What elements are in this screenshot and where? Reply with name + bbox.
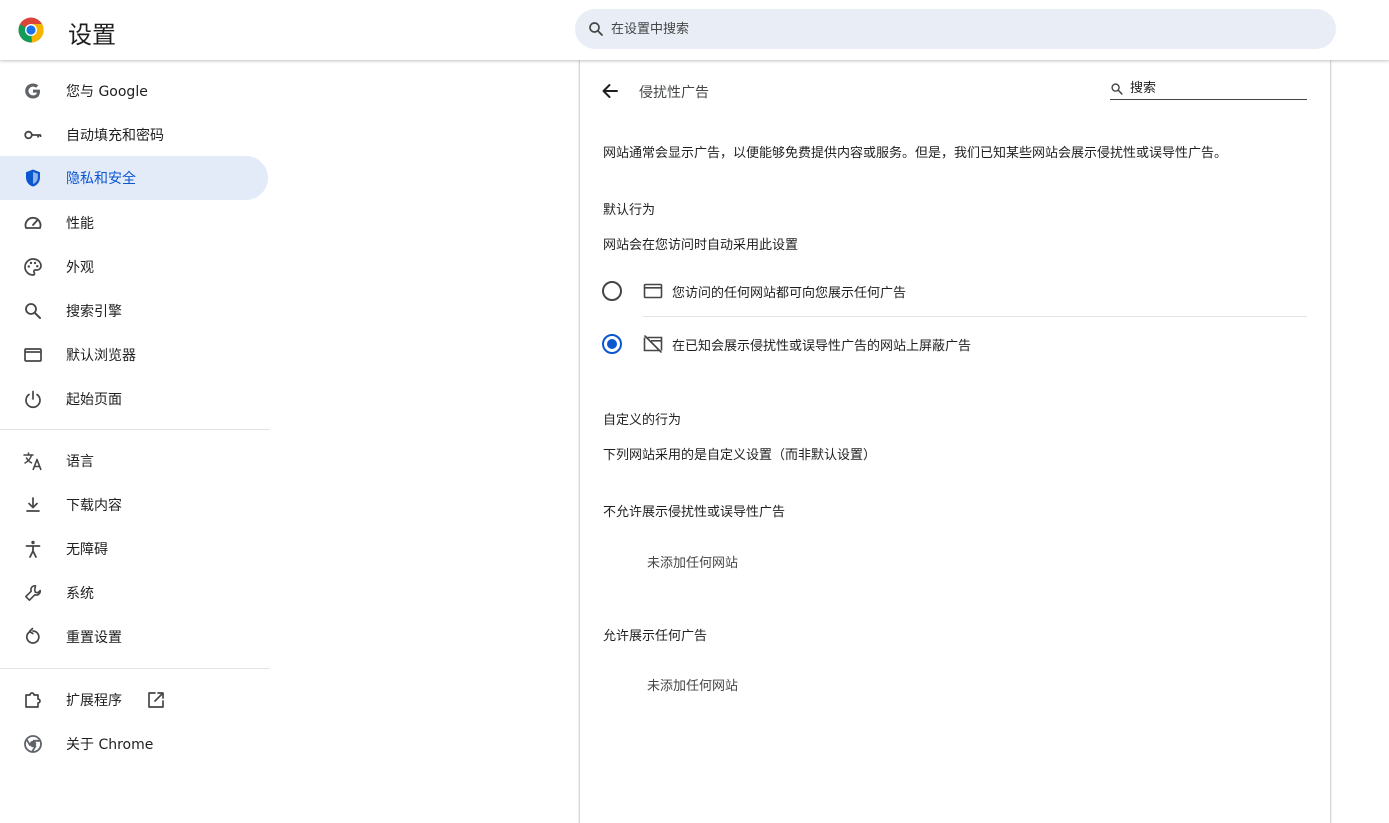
sidebar-item-performance[interactable]: 性能 xyxy=(0,201,268,245)
sidebar-item-label: 重置设置 xyxy=(66,630,122,646)
subpage-search-box[interactable] xyxy=(1110,78,1307,100)
blocked-list-heading: 不允许展示侵扰性或误导性广告 xyxy=(603,505,786,520)
key-icon xyxy=(22,124,44,146)
palette-icon xyxy=(22,256,44,278)
google-g-icon xyxy=(22,80,44,102)
app-title: 设置 xyxy=(68,21,116,49)
chrome-logo xyxy=(18,17,44,43)
sidebar-item-label: 您与 Google xyxy=(66,84,148,100)
speedometer-icon xyxy=(22,212,44,234)
sidebar-divider xyxy=(0,429,270,430)
browser-window-icon xyxy=(643,283,663,299)
sidebar-item-label: 默认浏览器 xyxy=(66,348,136,364)
option-divider xyxy=(643,316,1307,317)
shield-icon xyxy=(22,167,44,189)
blocked-list-empty-text: 未添加任何网站 xyxy=(647,556,739,571)
sidebar-item-label: 系统 xyxy=(66,586,94,602)
settings-search-box[interactable] xyxy=(575,9,1336,49)
sidebar-item-label: 语言 xyxy=(66,454,94,470)
translate-icon xyxy=(22,450,44,472)
sidebar-item-accessibility[interactable]: 无障碍 xyxy=(0,527,268,571)
top-bar: 设置 xyxy=(0,0,1389,60)
allowed-list-heading: 允许展示任何广告 xyxy=(603,629,708,644)
sidebar-divider xyxy=(0,668,270,669)
page-title: 侵扰性广告 xyxy=(639,85,709,101)
sidebar-item-label: 性能 xyxy=(66,216,94,232)
sidebar-item-reset[interactable]: 重置设置 xyxy=(0,615,268,659)
sidebar-item-label: 无障碍 xyxy=(66,542,108,558)
sidebar-item-label: 自动填充和密码 xyxy=(66,128,164,144)
radio-option-label: 您访问的任何网站都可向您展示任何广告 xyxy=(672,286,907,301)
sidebar-item-autofill[interactable]: 自动填充和密码 xyxy=(0,113,268,157)
sidebar-item-downloads[interactable]: 下载内容 xyxy=(0,483,268,527)
sidebar-item-label: 起始页面 xyxy=(66,392,122,408)
sidebar-item-on-startup[interactable]: 起始页面 xyxy=(0,377,268,421)
radio-option-block-intrusive-ads[interactable]: 在已知会展示侵扰性或误导性广告的网站上屏蔽广告 xyxy=(600,318,1308,370)
sidebar-item-languages[interactable]: 语言 xyxy=(0,439,268,483)
accessibility-icon xyxy=(22,538,44,560)
sidebar-item-label: 关于 Chrome xyxy=(66,737,154,753)
power-icon xyxy=(22,388,44,410)
allowed-list-empty-text: 未添加任何网站 xyxy=(647,679,739,694)
open-in-new-icon xyxy=(148,692,164,708)
sidebar-item-extensions[interactable]: 扩展程序 xyxy=(0,678,268,722)
page-description: 网站通常会显示广告，以便能够免费提供内容或服务。但是，我们已知某些网站会展示侵扰… xyxy=(603,146,1228,161)
search-icon xyxy=(1111,83,1123,95)
sidebar-item-about-chrome[interactable]: 关于 Chrome xyxy=(0,722,268,766)
sidebar-item-search-engine[interactable]: 搜索引擎 xyxy=(0,289,268,333)
search-icon xyxy=(589,22,603,36)
radio-option-allow-all-ads[interactable]: 您访问的任何网站都可向您展示任何广告 xyxy=(600,265,1308,317)
radio-option-label: 在已知会展示侵扰性或误导性广告的网站上屏蔽广告 xyxy=(672,339,972,354)
sidebar-item-system[interactable]: 系统 xyxy=(0,571,268,615)
back-arrow-icon[interactable] xyxy=(598,79,622,103)
custom-behavior-heading: 自定义的行为 xyxy=(603,413,682,428)
sidebar-item-label: 扩展程序 xyxy=(66,693,122,709)
sidebar-item-label: 下载内容 xyxy=(66,498,122,514)
sidebar-item-label: 搜索引擎 xyxy=(66,304,122,320)
intrusive-ads-settings-card: 侵扰性广告 网站通常会显示广告，以便能够免费提供内容或服务。但是，我们已知某些网… xyxy=(580,60,1330,823)
chrome-icon xyxy=(22,733,44,755)
default-behavior-heading: 默认行为 xyxy=(603,203,656,218)
settings-search-input[interactable] xyxy=(611,17,1311,41)
search-icon xyxy=(22,300,44,322)
sidebar-item-label: 外观 xyxy=(66,260,94,276)
ads-blocked-icon xyxy=(643,335,663,353)
browser-window-icon xyxy=(22,344,44,366)
default-behavior-subheading: 网站会在您访问时自动采用此设置 xyxy=(603,238,799,253)
sidebar-item-label: 隐私和安全 xyxy=(66,171,136,187)
reset-icon xyxy=(22,626,44,648)
puzzle-icon xyxy=(22,689,44,711)
sidebar-item-default-browser[interactable]: 默认浏览器 xyxy=(0,333,268,377)
sidebar-item-you-and-google[interactable]: 您与 Google xyxy=(0,69,268,113)
wrench-icon xyxy=(22,582,44,604)
custom-behavior-subheading: 下列网站采用的是自定义设置（而非默认设置） xyxy=(603,448,877,463)
sidebar-item-privacy-security[interactable]: 隐私和安全 xyxy=(0,156,268,200)
sidebar-item-appearance[interactable]: 外观 xyxy=(0,245,268,289)
download-icon xyxy=(22,494,44,516)
radio-button[interactable] xyxy=(602,281,622,301)
subpage-search-input[interactable] xyxy=(1130,78,1305,98)
radio-button-checked[interactable] xyxy=(602,334,622,354)
sidebar: 您与 Google 自动填充和密码 隐私和安全 性能 外观 搜索引擎 默认浏览器… xyxy=(0,60,270,823)
